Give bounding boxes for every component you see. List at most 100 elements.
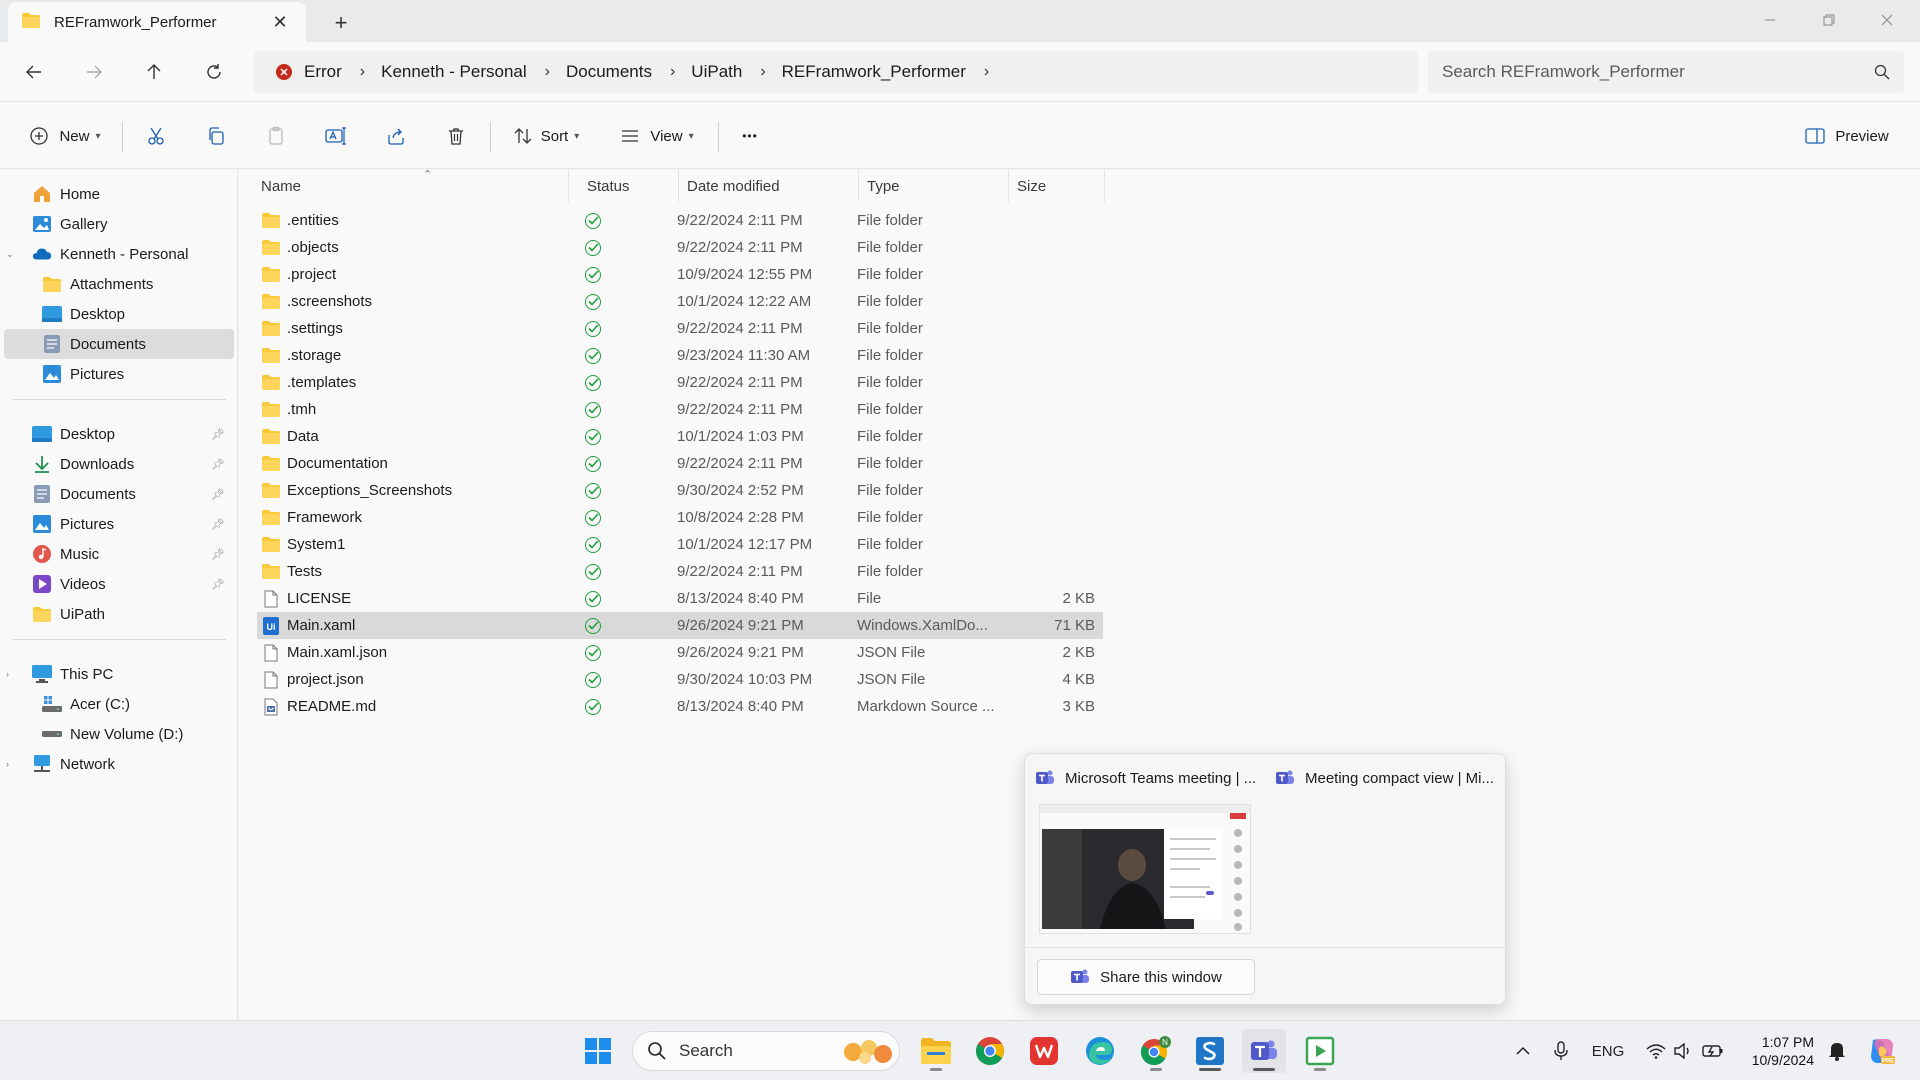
tab-reframework-performer[interactable]: REFramwork_Performer ✕ [8,2,306,42]
sidebar-item-pictures[interactable]: Pictures [4,359,234,389]
sidebar-item-attachments[interactable]: Attachments [4,269,234,299]
sidebar-item-this-pc[interactable]: › This PC [4,659,234,689]
pin-icon[interactable]: 📌︎ [208,578,228,591]
rename-button[interactable] [316,116,356,156]
chevron-right-icon[interactable]: › [670,63,675,81]
sidebar-item-drive-c[interactable]: Acer (C:) [4,689,234,719]
column-header-status[interactable]: Status [579,170,679,202]
sidebar-item-uipath[interactable]: UiPath [4,599,234,629]
taskbar-wps[interactable] [1022,1029,1066,1073]
preview-pane-button[interactable]: Preview [1800,116,1894,156]
sidebar-item-network[interactable]: › Network [4,749,234,779]
up-button[interactable] [134,54,174,90]
column-header-date-modified[interactable]: Date modified [679,170,859,202]
sidebar-item-videos[interactable]: Videos 📌︎ [4,569,234,599]
pin-icon[interactable]: 📌︎ [208,518,228,531]
paste-button[interactable] [256,116,296,156]
start-button[interactable] [576,1029,620,1073]
file-row[interactable]: Exceptions_Screenshots 9/30/2024 2:52 PM F… [257,477,1103,504]
address-bar[interactable]: ✕ Error › Kenneth - Personal › Documents… [254,51,1418,93]
microphone-button[interactable] [1546,1021,1576,1080]
delete-button[interactable] [436,116,476,156]
file-row[interactable]: .objects 9/22/2024 2:11 PM File folder [257,234,1103,261]
file-row[interactable]: Framework 10/8/2024 2:28 PM File folder [257,504,1103,531]
close-window-button[interactable] [1858,0,1916,40]
sidebar-item-downloads[interactable]: Downloads 📌︎ [4,449,234,479]
notifications-button[interactable] [1822,1021,1852,1080]
chevron-right-icon[interactable]: › [6,759,18,769]
column-header-type[interactable]: Type [859,170,1009,202]
breadcrumb-documents[interactable]: Documents [566,62,652,82]
chevron-right-icon[interactable]: › [545,63,550,81]
breadcrumb-error[interactable]: Error [304,62,342,82]
cut-button[interactable] [136,116,176,156]
taskbar-file-explorer[interactable] [914,1029,958,1073]
view-button[interactable]: View ▾ [612,116,702,156]
copy-button[interactable] [196,116,236,156]
sidebar-item-home[interactable]: Home [4,179,234,209]
sidebar-item-desktop-pinned[interactable]: Desktop 📌︎ [4,419,234,449]
file-row[interactable]: Documentation 9/22/2024 2:11 PM File folde… [257,450,1103,477]
taskbar-uipath-studio[interactable] [1188,1029,1232,1073]
sidebar-item-gallery[interactable]: Gallery [4,209,234,239]
forward-button[interactable] [74,54,114,90]
taskbar-chrome-profile[interactable]: N [1134,1029,1178,1073]
pin-icon[interactable]: 📌︎ [208,488,228,501]
taskbar-edge[interactable] [1078,1029,1122,1073]
file-row[interactable]: .tmh 9/22/2024 2:11 PM File folder [257,396,1103,423]
sidebar-item-pictures-pinned[interactable]: Pictures 📌︎ [4,509,234,539]
more-options-button[interactable]: ••• [730,116,770,156]
sidebar-item-documents[interactable]: Documents [4,329,234,359]
chevron-right-icon[interactable]: › [760,63,765,81]
file-row[interactable]: README.md 8/13/2024 8:40 PM Markdown Sourc… [257,693,1103,720]
sidebar-item-drive-d[interactable]: New Volume (D:) [4,719,234,749]
taskbar-uipath-assistant[interactable] [1298,1029,1342,1073]
restore-button[interactable] [1800,0,1858,40]
minimize-button[interactable] [1741,0,1799,40]
file-row[interactable]: LICENSE 8/13/2024 8:40 PM File 2 KB [257,585,1103,612]
new-tab-button[interactable]: + [326,8,356,38]
column-header-name[interactable]: Name ⌃ [253,169,569,202]
new-button[interactable]: New ▾ [22,116,108,156]
battery-button[interactable] [1698,1021,1728,1080]
file-row[interactable]: Data 10/1/2024 1:03 PM File folder [257,423,1103,450]
volume-button[interactable] [1670,1021,1696,1080]
breadcrumb-uipath[interactable]: UiPath [691,62,742,82]
pin-icon[interactable]: 📌︎ [208,428,228,441]
language-indicator[interactable]: ENG [1584,1021,1632,1080]
file-row[interactable]: .storage 9/23/2024 11:30 AM File folder [257,342,1103,369]
taskbar-teams[interactable] [1242,1029,1286,1073]
show-hidden-icons-button[interactable] [1508,1021,1538,1080]
pin-icon[interactable]: 📌︎ [208,458,228,471]
file-row[interactable]: Ui Main.xaml 9/26/2024 9:21 PM Windows.Xaml… [257,612,1103,639]
file-row[interactable]: .settings 9/22/2024 2:11 PM File folder [257,315,1103,342]
teams-meeting-thumbnail[interactable] [1039,804,1251,934]
sidebar-item-music[interactable]: Music 📌︎ [4,539,234,569]
file-row[interactable]: project.json 9/30/2024 10:03 PM JSON File 4… [257,666,1103,693]
copilot-button[interactable]: PRE [1862,1021,1902,1080]
chevron-right-icon[interactable]: › [984,63,989,81]
chevron-right-icon[interactable]: › [360,63,365,81]
breadcrumb-kenneth-personal[interactable]: Kenneth - Personal [381,62,527,82]
file-row[interactable]: System1 10/1/2024 12:17 PM File folder [257,531,1103,558]
wifi-button[interactable] [1642,1021,1670,1080]
share-button[interactable] [376,116,416,156]
chevron-down-icon[interactable]: ⌄ [6,249,18,260]
taskbar-chrome[interactable] [968,1029,1012,1073]
file-row[interactable]: Tests 9/22/2024 2:11 PM File folder [257,558,1103,585]
preview-window-title-2[interactable]: Meeting compact view | Mi... [1275,768,1501,788]
back-button[interactable] [14,54,54,90]
file-row[interactable]: .templates 9/22/2024 2:11 PM File folder [257,369,1103,396]
refresh-button[interactable] [194,54,234,90]
breadcrumb-reframwork-performer[interactable]: REFramwork_Performer [782,62,966,82]
column-header-size[interactable]: Size [1009,170,1105,202]
sidebar-item-documents-pinned[interactable]: Documents 📌︎ [4,479,234,509]
clock[interactable]: 1:07 PM 10/9/2024 [1734,1033,1814,1069]
sidebar-item-desktop[interactable]: Desktop [4,299,234,329]
file-row[interactable]: .screenshots 10/1/2024 12:22 AM File folde… [257,288,1103,315]
sidebar-item-onedrive[interactable]: ⌄ Kenneth - Personal [4,239,234,269]
preview-window-title-1[interactable]: Microsoft Teams meeting | ... [1035,768,1265,788]
sort-button[interactable]: Sort ▾ [502,116,590,156]
close-tab-icon[interactable]: ✕ [268,10,292,34]
file-row[interactable]: .project 10/9/2024 12:55 PM File folder [257,261,1103,288]
